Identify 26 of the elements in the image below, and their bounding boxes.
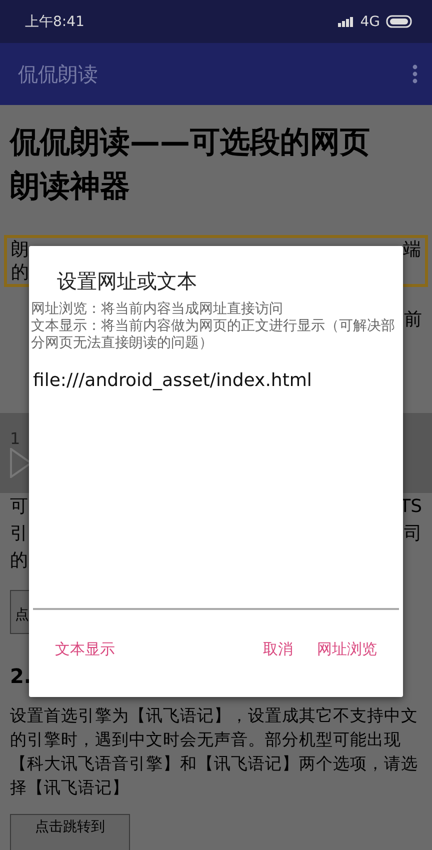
signal-icon: [338, 16, 354, 26]
dialog-action-button[interactable]: 取消: [251, 634, 305, 665]
text-fragment: 引: [10, 522, 28, 546]
url-input-field[interactable]: file:///android_asset/index.html: [33, 370, 399, 610]
text-fragment: 的: [11, 261, 29, 284]
dialog-description: 文本显示：将当前内容做为网页的正文进行显示（可解决部分网页无法直接朗读的问题）: [31, 318, 396, 352]
text-fragment: 可: [10, 495, 28, 519]
text-fragment: 的: [10, 549, 28, 573]
text-fragment: 司: [404, 522, 422, 546]
dialog-action-button[interactable]: 网址浏览: [305, 634, 389, 665]
dialog-action-button[interactable]: 文本显示: [43, 634, 127, 665]
status-time: 上午8:41: [25, 12, 84, 30]
section-number: 2.: [10, 664, 33, 688]
dialog-title: 设置网址或文本: [57, 268, 198, 295]
jump-button[interactable]: 点击跳转到: [10, 814, 130, 850]
app-title: 侃侃朗读: [18, 60, 98, 88]
text-fragment: 端: [403, 238, 421, 261]
instruction-paragraph: 设置首选引擎为【讯飞语记】，设置成其它不支持中文的引擎时，遇到中文时会无声音。部分机型可能出现【科大讯飞语音引擎】和【讯飞语记】两个选项，请选择【讯飞语记】: [10, 705, 419, 799]
battery-icon: [386, 15, 412, 28]
network-type: 4G: [360, 14, 380, 30]
play-icon[interactable]: [10, 448, 32, 478]
more-options-icon[interactable]: [412, 64, 418, 84]
dialog-description: 网址浏览：将当前内容当成网址直接访问: [31, 301, 284, 318]
page-heading: 侃侃朗读——可选段的网页朗读神器: [10, 124, 371, 206]
text-fragment: 朗: [11, 238, 29, 261]
text-fragment: 前: [404, 308, 422, 332]
